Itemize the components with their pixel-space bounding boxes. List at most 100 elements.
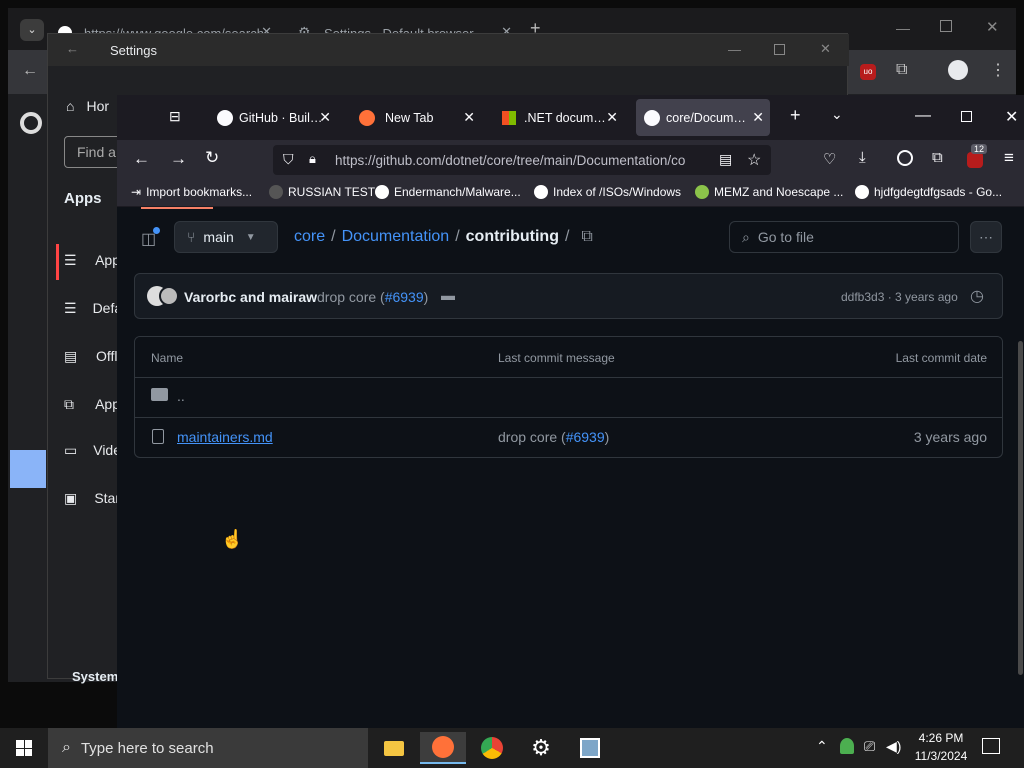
table-header: Name Last commit message Last commit dat… [135,337,1002,377]
active-tab-underline [141,207,213,209]
account-icon[interactable] [897,150,913,166]
network-icon[interactable]: ⎚ [864,738,875,755]
ublock-icon[interactable]: uo [860,64,876,80]
tab-overview-icon[interactable]: ⊟ [169,108,181,125]
bookmark-endermanch[interactable]: Endermanch/Malware... [375,185,521,199]
expand-commit-icon[interactable]: ▬ [441,287,455,303]
profile-icon[interactable] [948,60,968,80]
row-commit-message[interactable]: drop core (#6939) [498,429,609,445]
google-icon [855,185,869,199]
notifications-icon[interactable] [982,738,1000,754]
tab-new-tab[interactable]: New Tab ✕ [351,99,481,136]
tab-search-chevron-icon[interactable]: ⌄ [20,19,44,41]
user-tray-icon[interactable] [840,738,854,754]
nav-home[interactable]: ⌂ Hor [48,86,120,126]
hamburger-menu-icon[interactable]: ≡ [1004,148,1014,168]
settings-item-apps[interactable]: ☰ App [48,240,120,280]
settings-item-startup[interactable]: ▣ Star [48,478,120,518]
table-row-parent[interactable]: .. [135,377,1002,417]
file-explorer-icon[interactable] [378,732,410,764]
file-link[interactable]: maintainers.md [177,429,273,445]
commit-message[interactable]: drop core (#6939) [317,289,428,305]
system-label[interactable]: System [72,669,118,684]
minimize-icon[interactable]: — [915,107,931,125]
pocket-icon[interactable]: ♡ [823,150,836,168]
google-icon [375,185,389,199]
more-options-button[interactable]: ⋯ [970,221,1002,253]
notification-dot [153,227,160,234]
open-icon: ⧉ [64,395,74,412]
settings-item-offline-maps[interactable]: ▤ Offl [48,336,120,376]
breadcrumb-folder[interactable]: Documentation [342,228,450,246]
new-tab-icon[interactable]: + [790,105,801,126]
maximize-icon[interactable] [940,20,952,32]
volume-icon[interactable]: ◀) [886,738,901,755]
windows-start-icon[interactable] [8,732,40,764]
list-tabs-chevron-icon[interactable]: ⌄ [831,106,843,123]
reload-icon[interactable]: ↻ [205,148,219,168]
branch-selector[interactable]: ⑂ main ▼ [174,221,278,253]
find-setting-input[interactable]: Find a [64,136,124,168]
close-window-icon[interactable]: ✕ [986,18,999,36]
reader-view-icon[interactable]: ▤ [719,151,732,168]
firefox-taskbar-icon[interactable] [420,732,466,764]
scrollbar[interactable] [1018,341,1023,675]
close-window-icon[interactable]: ✕ [820,41,831,57]
github-icon [644,109,660,126]
file-icon [152,429,164,444]
table-row[interactable]: maintainers.md drop core (#6939) 3 years… [135,417,1002,457]
tab-dotnet-docs[interactable]: .NET document ✕ [494,99,624,136]
bookmark-russian-test[interactable]: RUSSIAN TEST [269,185,375,199]
back-arrow-icon[interactable]: ← [22,62,38,80]
close-icon[interactable]: ✕ [463,109,475,126]
mouse-pointer-icon: ☝ [221,529,244,549]
search-icon: ⌕ [62,739,71,756]
minimize-icon[interactable]: — [896,20,910,36]
selected-rail-item[interactable] [10,450,46,488]
copy-path-icon[interactable]: ⧉ [581,228,592,246]
bookmark-import[interactable]: ⇥ Import bookmarks... [131,185,252,199]
bookmark-star-icon[interactable]: ☆ [747,150,761,170]
maximize-icon[interactable] [774,44,785,55]
extensions-icon[interactable]: ⧉ [932,149,943,166]
back-arrow-icon[interactable]: ← [133,149,150,169]
tab-github[interactable]: GitHub · Build a ✕ [209,99,337,136]
commit-authors[interactable]: Varorbc and mairaw [184,289,317,305]
close-icon[interactable]: ✕ [752,109,764,126]
history-icon[interactable]: ◷ [970,286,984,306]
breadcrumb-repo[interactable]: core [294,228,325,246]
firefox-window: ⊟ GitHub · Build a ✕ New Tab ✕ .NET docu… [117,95,1024,728]
close-icon[interactable]: ✕ [319,109,331,126]
close-icon[interactable]: ✕ [606,109,618,126]
commit-sha-time[interactable]: ddfb3d3 · 3 years ago [841,290,958,304]
settings-item-default-apps[interactable]: ☰ Defa [48,288,122,328]
maximize-icon[interactable] [961,111,972,122]
startup-icon: ▣ [64,489,78,506]
tab-core-documentation[interactable]: core/Document ✕ [636,99,770,136]
bookmark-memz[interactable]: MEMZ and Noescape ... [695,185,843,199]
settings-item-video[interactable]: ▭ Vide [48,430,121,470]
forward-arrow-icon[interactable]: → [170,149,187,169]
clock-time[interactable]: 4:26 PM [915,731,967,745]
chrome-taskbar-icon[interactable] [476,732,508,764]
settings-item-apps-websites[interactable]: ⧉ App [48,384,120,424]
go-to-file-input[interactable]: ⌕ Go to file [729,221,959,253]
back-arrow-icon[interactable]: ← [66,41,79,56]
app-taskbar-icon[interactable] [574,732,606,764]
taskbar-search-input[interactable]: ⌕ Type here to search [48,728,368,768]
url-bar[interactable]: ⛉ 🔒︎ https://github.com/dotnet/core/tree… [273,145,771,175]
ublock-icon[interactable] [967,152,983,168]
settings-titlebar: ← Settings — ✕ [48,34,849,66]
clock-date[interactable]: 11/3/2024 [912,749,970,763]
chevron-up-icon[interactable]: ⌃ [816,738,828,755]
settings-taskbar-icon[interactable]: ⚙ [525,732,557,764]
bookmark-isos[interactable]: Index of /ISOs/Windows [534,185,681,199]
menu-dots-icon[interactable]: ⋮ [990,60,1006,80]
chrome-logo-icon [20,112,42,134]
extensions-icon[interactable]: ⧉ [896,61,907,79]
close-window-icon[interactable]: ✕ [1005,107,1018,127]
bookmark-hjdfg[interactable]: hjdfgdegtdfgsads - Go... [855,185,1002,199]
downloads-icon[interactable]: ⤓ [859,149,866,166]
minimize-icon[interactable]: — [728,42,741,57]
home-icon: ⌂ [66,98,75,114]
